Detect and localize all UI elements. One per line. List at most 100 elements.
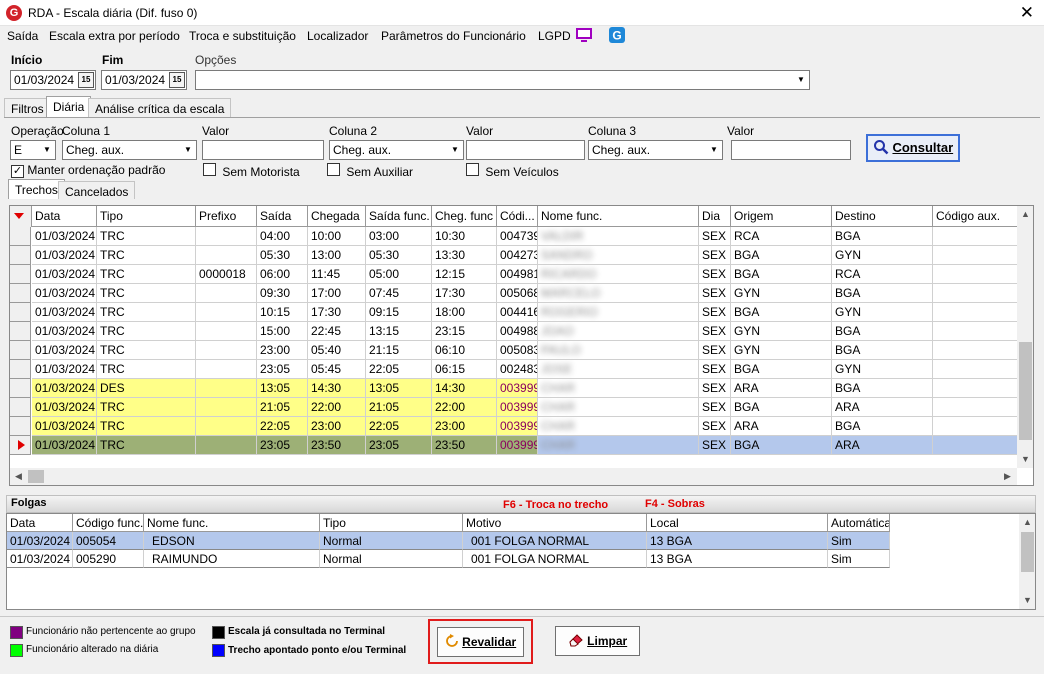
valor1-input[interactable] [202,140,324,160]
sem-auxiliar-checkbox[interactable]: Sem Auxiliar [327,163,413,179]
folgas-vscrollbar[interactable]: ▲ ▼ [1019,514,1035,609]
row-indicator[interactable] [10,284,31,303]
hscroll-thumb[interactable] [28,470,44,483]
monitor-icon[interactable] [576,28,592,46]
col-nome-func[interactable]: Nome func. [538,206,699,227]
chevron-down-icon[interactable]: ▼ [39,141,55,159]
col-prefixo[interactable]: Prefixo [196,206,257,227]
table-row[interactable]: 01/03/2024 TRC 23:05 23:50 23:05 23:50 003999 C… [10,436,1018,455]
col-data[interactable]: Data [32,206,97,227]
folga-col-motivo[interactable]: Motivo [463,514,647,532]
folga-col-local[interactable]: Local [647,514,828,532]
folga-col-tipo[interactable]: Tipo [320,514,463,532]
table-row[interactable]: 01/03/2024 TRC 09:30 17:00 07:45 17:30 005068 M… [10,284,1018,303]
table-row[interactable]: 01/03/2024 TRC 0000018 06:00 11:45 05:00 12:15… [10,265,1018,284]
row-indicator[interactable] [10,246,31,265]
coluna1-select[interactable]: Cheg. aux. ▼ [62,140,197,160]
folga-col-codigo[interactable]: Código func. [73,514,144,532]
sem-veiculos-checkbox[interactable]: Sem Veículos [466,163,559,179]
row-indicator[interactable] [10,379,31,398]
cell-nome: CHAR [538,379,699,398]
scroll-up-icon[interactable]: ▲ [1019,514,1035,531]
valor3-input[interactable] [731,140,851,160]
table-row[interactable]: 01/03/2024 TRC 15:00 22:45 13:15 23:15 004988 J… [10,322,1018,341]
menu-troca-substituicao[interactable]: Troca e substituição [189,29,296,43]
menu-lgpd[interactable]: LGPD [538,29,571,43]
chevron-down-icon[interactable]: ▼ [447,141,463,159]
scroll-left-icon[interactable]: ◀ [10,468,27,485]
scroll-down-icon[interactable]: ▼ [1019,592,1035,609]
current-row-arrow-icon[interactable] [10,436,31,455]
table-row[interactable]: 01/03/2024 DES 13:05 14:30 13:05 14:30 003999 C… [10,379,1018,398]
row-indicator[interactable] [10,322,31,341]
chevron-down-icon[interactable]: ▼ [706,141,722,159]
valor2-input[interactable] [466,140,585,160]
operacao-select[interactable]: E ▼ [10,140,56,160]
row-indicator[interactable] [10,360,31,379]
cell-saida: 09:30 [257,284,308,303]
table-row[interactable]: 01/03/2024 TRC 23:05 05:45 22:05 06:15 002483 J… [10,360,1018,379]
menu-saida[interactable]: Saída [7,29,38,43]
scroll-right-icon[interactable]: ▶ [999,468,1016,485]
folga-col-nome[interactable]: Nome func. [144,514,320,532]
trechos-vscrollbar[interactable]: ▲ ▼ [1017,206,1033,468]
tab-analise-critica[interactable]: Análise crítica da escala [88,98,232,117]
chevron-down-icon[interactable]: ▼ [793,71,809,89]
coluna3-select[interactable]: Cheg. aux. ▼ [588,140,723,160]
scroll-up-icon[interactable]: ▲ [1017,206,1033,223]
revalidar-button[interactable]: Revalidar [437,627,524,657]
menu-parametros-funcionario[interactable]: Parâmetros do Funcionário [381,29,526,43]
menu-localizador[interactable]: Localizador [307,29,368,43]
folgas-title: Folgas [11,497,47,509]
col-chegada[interactable]: Chegada [308,206,366,227]
close-icon[interactable]: ✕ [1020,3,1034,23]
calendar-icon[interactable]: 15 [78,72,94,88]
sort-indicator-icon[interactable] [10,206,32,227]
row-indicator[interactable] [10,265,31,284]
folga-col-data[interactable]: Data [7,514,73,532]
row-indicator[interactable] [10,398,31,417]
table-row[interactable]: 01/03/2024 005290 RAIMUNDO Normal 001 FOLGA … [7,550,890,569]
tab-trechos[interactable]: Trechos [8,179,65,199]
row-indicator[interactable] [10,227,31,246]
col-tipo[interactable]: Tipo [97,206,196,227]
col-origem[interactable]: Origem [731,206,832,227]
tab-cancelados[interactable]: Cancelados [58,181,136,199]
brand-g-icon[interactable]: G [609,27,625,46]
scroll-down-icon[interactable]: ▼ [1017,451,1033,468]
opcoes-select[interactable]: ▼ [195,70,810,90]
sem-motorista-checkbox[interactable]: Sem Motorista [203,163,300,179]
limpar-button[interactable]: Limpar [555,626,640,656]
table-row[interactable]: 01/03/2024 005054 EDSON Normal 001 FOLGA NOR… [7,532,890,551]
col-saida-func[interactable]: Saída func. [366,206,432,227]
col-destino[interactable]: Destino [832,206,933,227]
chevron-down-icon[interactable]: ▼ [180,141,196,159]
tab-diaria[interactable]: Diária [46,96,92,117]
consultar-button[interactable]: Consultar [866,134,960,162]
table-row[interactable]: 01/03/2024 TRC 21:05 22:00 21:05 22:00 003999 C… [10,398,1018,417]
row-indicator[interactable] [10,303,31,322]
coluna2-select[interactable]: Cheg. aux. ▼ [329,140,464,160]
fim-date-field[interactable]: 01/03/2024 15 [101,70,187,90]
table-row[interactable]: 01/03/2024 TRC 22:05 23:00 22:05 23:00 003999 C… [10,417,1018,436]
col-codigo-aux[interactable]: Código aux. [933,206,1018,227]
tab-filtros[interactable]: Filtros [4,98,51,117]
col-codigo[interactable]: Códi... [497,206,538,227]
table-row[interactable]: 01/03/2024 TRC 05:30 13:00 05:30 13:30 004273 S… [10,246,1018,265]
row-indicator[interactable] [10,417,31,436]
col-saida[interactable]: Saída [257,206,308,227]
scroll-thumb[interactable] [1019,342,1032,440]
calendar-icon[interactable]: 15 [169,72,185,88]
table-row[interactable]: 01/03/2024 TRC 10:15 17:30 09:15 18:00 004416 R… [10,303,1018,322]
col-cheg-func[interactable]: Cheg. func [432,206,497,227]
table-row[interactable]: 01/03/2024 TRC 04:00 10:00 03:00 10:30 004739 V… [10,227,1018,246]
row-indicator[interactable] [10,341,31,360]
table-row[interactable]: 01/03/2024 TRC 23:00 05:40 21:15 06:10 005083 P… [10,341,1018,360]
col-dia[interactable]: Dia [699,206,731,227]
trechos-hscrollbar[interactable]: ◀ ▶ [10,468,1017,485]
scroll-thumb[interactable] [1021,532,1034,572]
manter-ordenacao-checkbox[interactable]: ✓ Manter ordenação padrão [11,163,165,178]
folga-col-automatica[interactable]: Automática [828,514,890,532]
menu-escala-extra[interactable]: Escala extra por período [49,29,180,43]
inicio-date-field[interactable]: 01/03/2024 15 [10,70,96,90]
